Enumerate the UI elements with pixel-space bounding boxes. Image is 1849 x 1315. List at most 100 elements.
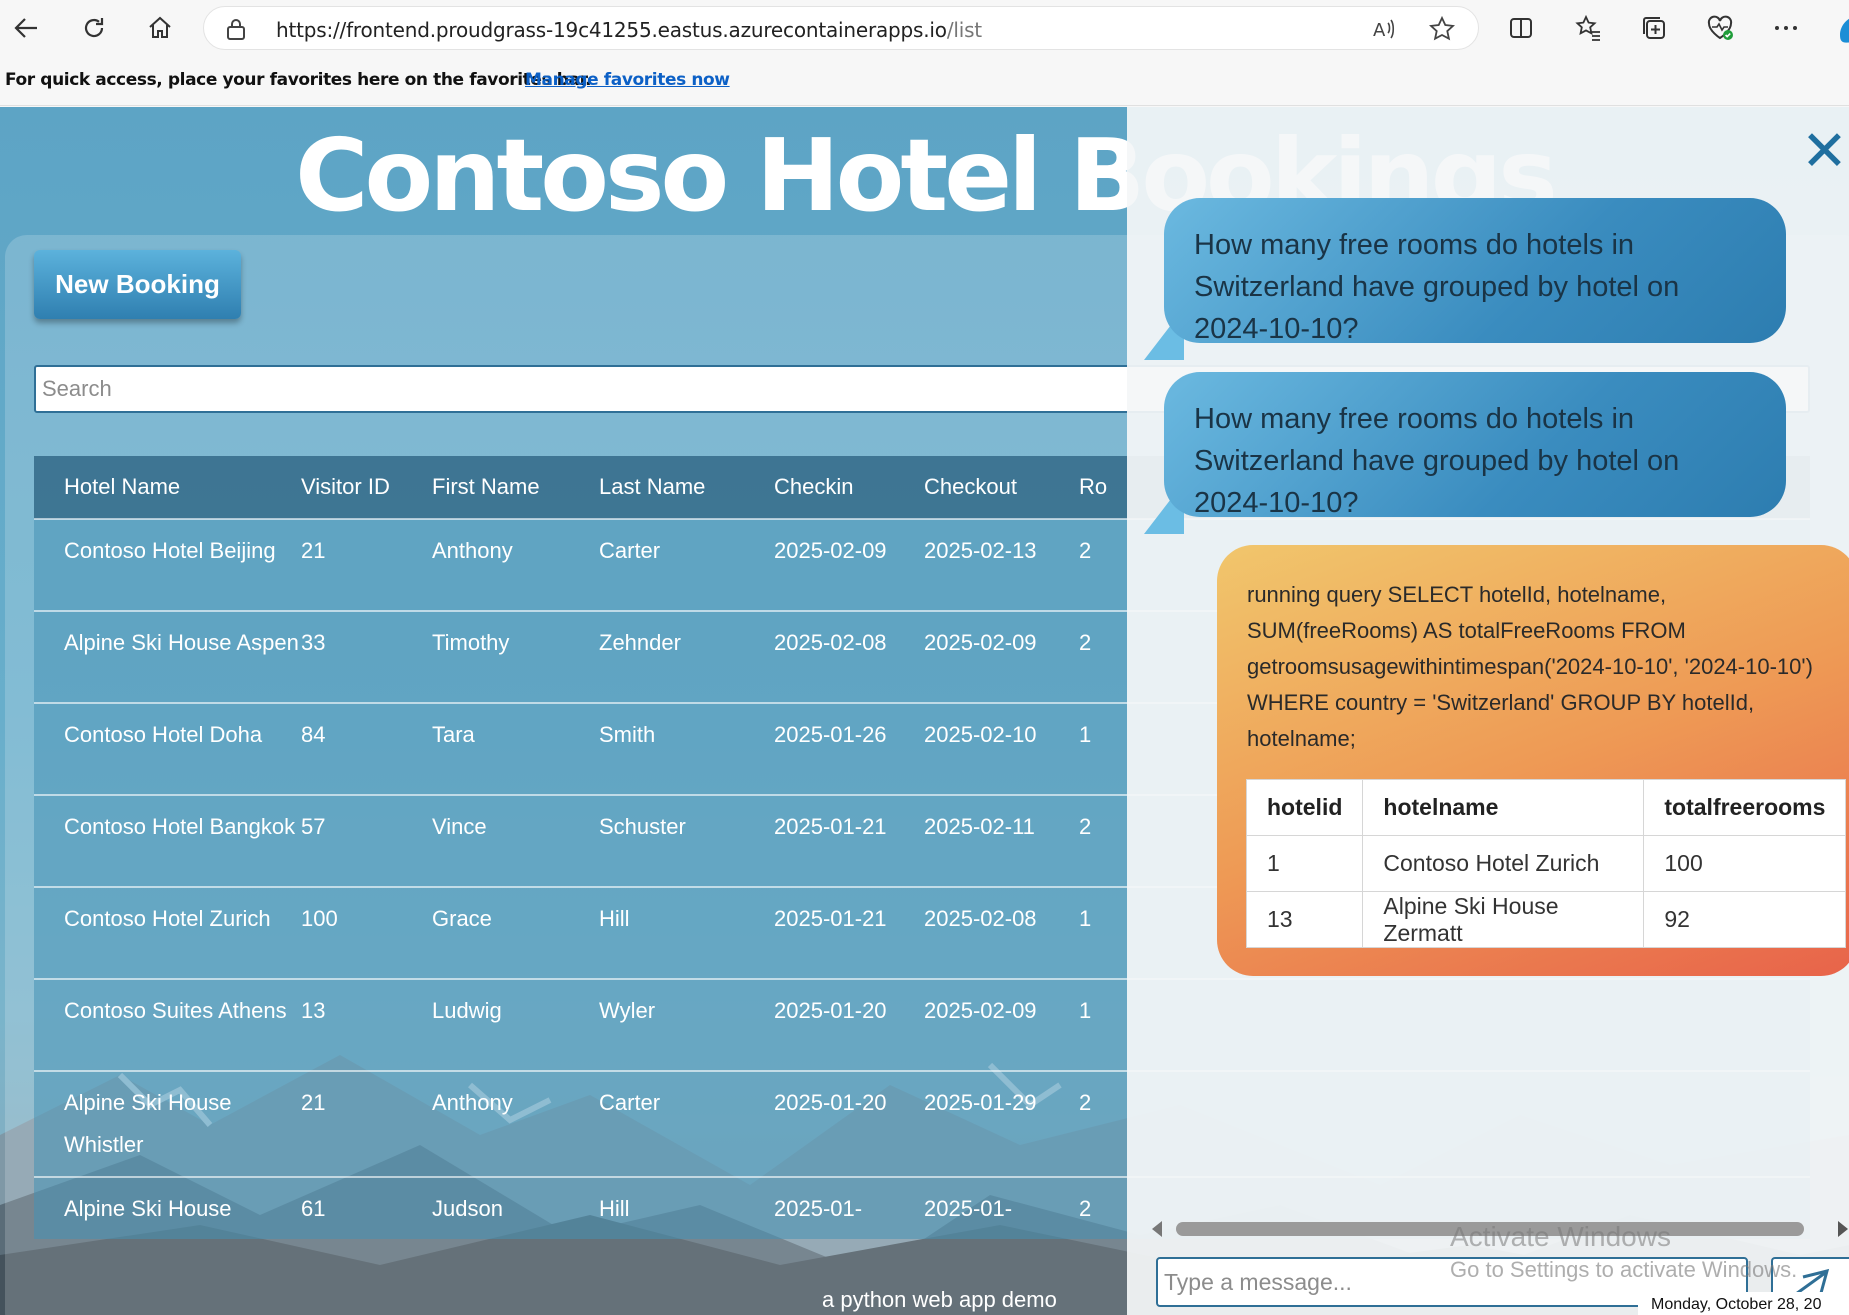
home-icon[interactable] [140,8,180,48]
cell-first-name: Timothy [432,610,599,703]
activate-windows-title: Activate Windows [1450,1221,1671,1252]
cell-checkout: 2025-01-29 [924,1070,1079,1177]
cell-visitor-id: 57 [301,794,432,887]
favorite-star-icon[interactable] [1428,15,1456,43]
cell-hotel-name: Contoso Hotel Doha [34,702,301,795]
result-header-row: hotelid hotelname totalfreerooms [1245,779,1847,836]
cell-checkin: 2025-02-08 [774,610,924,703]
cell-hotel-name: Alpine Ski House Whistler [34,1070,301,1177]
cell-hotel-name: Contoso Suites Athens [34,978,301,1071]
manage-favorites-link[interactable]: Manage favorites now [525,70,730,90]
split-screen-icon[interactable] [1501,8,1541,48]
col-header-first-name[interactable]: First Name [432,456,599,519]
cell-last-name: Wyler [599,978,774,1071]
cell-visitor-id: 21 [301,518,432,611]
cell-first-name: Tara [432,702,599,795]
cell-last-name: Carter [599,1070,774,1177]
cell-first-name: Ludwig [432,978,599,1071]
taskbar-clock: Monday, October 28, 20 [1638,1292,1849,1315]
footer-note: a python web app demo [822,1287,1057,1312]
url-path: /list [946,18,982,42]
cell-checkin: 2025-01-20 [774,1070,924,1177]
result-row: 13 Alpine Ski House Zermatt 92 [1245,891,1847,948]
cell-checkout: 2025-02-10 [924,702,1079,795]
cell-checkin: 2025-01-20 [774,978,924,1071]
cell-first-name: Grace [432,886,599,979]
cell-last-name: Smith [599,702,774,795]
activate-windows-subtitle: Go to Settings to activate Windows. [1450,1257,1798,1282]
cell-first-name: Anthony [432,518,599,611]
result-cell: 1 [1245,835,1364,892]
user-message-bubble: How many free rooms do hotels in Switzer… [1164,198,1786,345]
cell-first-name: Anthony [432,1070,599,1177]
cell-visitor-id: 61 [301,1176,432,1239]
cell-hotel-name: Contoso Hotel Bangkok [34,794,301,887]
result-cell: 100 [1643,835,1847,892]
cell-visitor-id: 13 [301,978,432,1071]
cell-last-name: Carter [599,518,774,611]
back-icon[interactable] [6,8,46,48]
lock-icon[interactable] [224,17,248,41]
cell-hotel-name: Contoso Hotel Zurich [34,886,301,979]
result-cell: 13 [1245,891,1364,948]
more-options-icon[interactable] [1766,8,1806,48]
cell-checkout: 2025-02-08 [924,886,1079,979]
cell-visitor-id: 21 [301,1070,432,1177]
cell-last-name: Hill [599,886,774,979]
col-header-checkout[interactable]: Checkout [924,456,1079,519]
cell-checkout: 2025-02-11 [924,794,1079,887]
bot-message-bubble: running query SELECT hotelId, hotelname,… [1217,545,1849,976]
url-host: https://frontend.proudgrass-19c41255.eas… [276,18,947,42]
collections-icon[interactable] [1634,8,1674,48]
col-header-hotel-name[interactable]: Hotel Name [34,456,301,519]
cell-checkin: 2025-01-21 [774,794,924,887]
cell-last-name: Schuster [599,794,774,887]
copilot-icon[interactable] [1826,8,1849,48]
result-col-totalfreerooms: totalfreerooms [1643,779,1847,836]
user-message-bubble: How many free rooms do hotels in Switzer… [1164,372,1786,519]
close-chat-button[interactable]: ✕ [1800,124,1849,180]
col-header-checkin[interactable]: Checkin [774,456,924,519]
cell-first-name: Judson [432,1176,599,1239]
browser-toolbar: https://frontend.proudgrass-19c41255.eas… [0,0,1849,56]
cell-checkout: 2025-02-09 [924,978,1079,1071]
query-result-table: hotelid hotelname totalfreerooms 1 Conto… [1245,779,1847,948]
favorites-icon[interactable] [1568,8,1608,48]
read-aloud-icon[interactable]: A [1370,15,1398,43]
user-message-text: How many free rooms do hotels in Switzer… [1194,229,1680,345]
col-header-visitor-id[interactable]: Visitor ID [301,456,432,519]
result-cell: Contoso Hotel Zurich [1362,835,1645,892]
scroll-right-arrow-icon[interactable] [1838,1221,1848,1237]
cell-last-name: Hill [599,1176,774,1239]
new-booking-button[interactable]: New Booking [34,250,241,319]
cell-visitor-id: 100 [301,886,432,979]
result-cell: 92 [1643,891,1847,948]
cell-checkout: 2025-01- [924,1176,1079,1239]
cell-last-name: Zehnder [599,610,774,703]
cell-checkin: 2025-01-21 [774,886,924,979]
favorites-bar: For quick access, place your favorites h… [0,56,1849,106]
result-cell: Alpine Ski House Zermatt [1362,891,1645,948]
browser-health-icon[interactable] [1700,8,1740,48]
col-header-last-name[interactable]: Last Name [599,456,774,519]
cell-checkin: 2025-01- [774,1176,924,1239]
cell-checkin: 2025-02-09 [774,518,924,611]
address-bar[interactable]: https://frontend.proudgrass-19c41255.eas… [203,6,1479,50]
refresh-icon[interactable] [74,8,114,48]
favorites-message: For quick access, place your favorites h… [5,70,592,90]
cell-hotel-name: Alpine Ski House Aspen [34,610,301,703]
cell-visitor-id: 33 [301,610,432,703]
cell-checkout: 2025-02-13 [924,518,1079,611]
cell-checkin: 2025-01-26 [774,702,924,795]
result-col-hotelid: hotelid [1245,779,1364,836]
svg-text:A: A [1373,20,1386,41]
user-message-text: How many free rooms do hotels in Switzer… [1194,403,1680,519]
cell-visitor-id: 84 [301,702,432,795]
cell-hotel-name: Contoso Hotel Beijing [34,518,301,611]
result-row: 1 Contoso Hotel Zurich 100 [1245,835,1847,892]
result-col-hotelname: hotelname [1362,779,1645,836]
cell-first-name: Vince [432,794,599,887]
url-text: https://frontend.proudgrass-19c41255.eas… [276,18,982,42]
scroll-left-arrow-icon[interactable] [1152,1221,1162,1237]
cell-hotel-name: Alpine Ski House [34,1176,301,1239]
